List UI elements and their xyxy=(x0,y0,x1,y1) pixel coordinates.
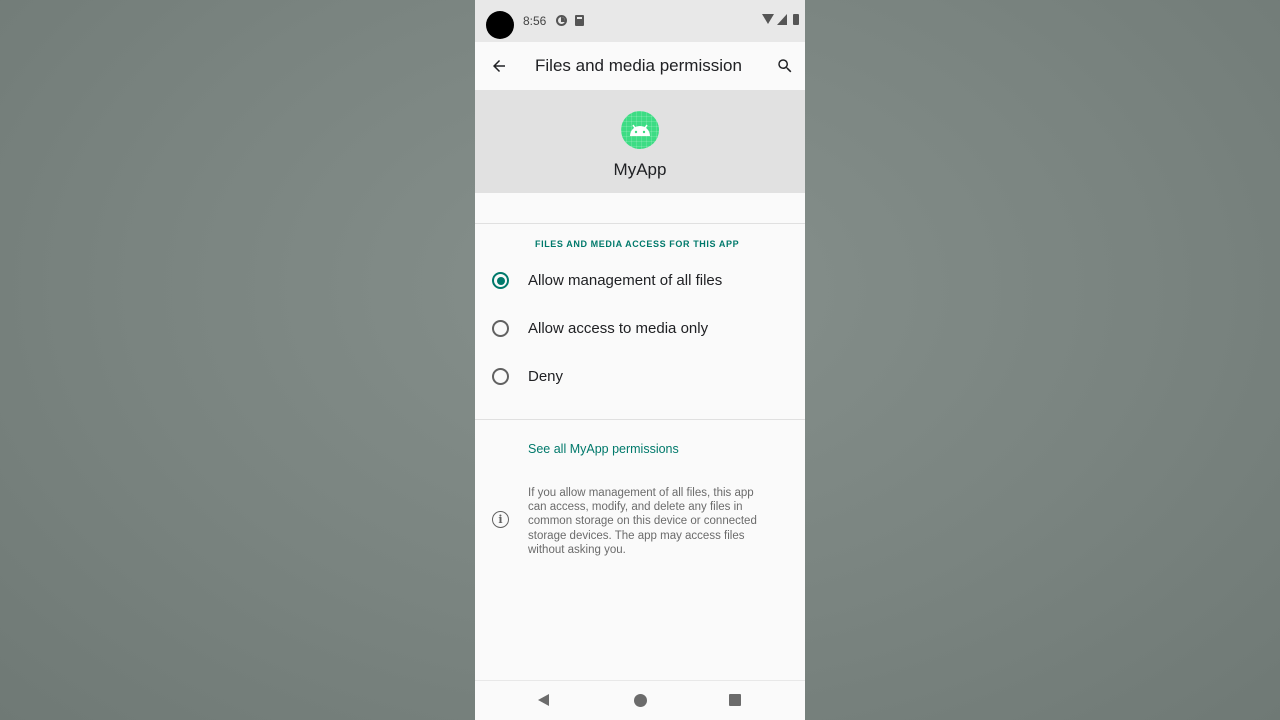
android-icon xyxy=(621,111,659,149)
radio-button[interactable] xyxy=(492,320,509,337)
section-header: FILES AND MEDIA ACCESS FOR THIS APP xyxy=(535,239,740,249)
radio-option-media-only[interactable]: Allow access to media only xyxy=(475,306,805,350)
radio-option-deny[interactable]: Deny xyxy=(475,354,805,398)
wifi-icon xyxy=(762,14,774,24)
app-name: MyApp xyxy=(613,160,667,179)
radio-button[interactable] xyxy=(492,368,509,385)
radio-label: Allow management of all files xyxy=(528,272,723,289)
nav-home-icon[interactable] xyxy=(634,694,647,707)
divider xyxy=(475,419,805,420)
info-text: If you allow management of all files, th… xyxy=(528,487,757,556)
divider xyxy=(475,223,805,224)
page-title: Files and media permission xyxy=(535,56,742,75)
status-time: 8:56 xyxy=(523,14,547,28)
see-all-permissions-link[interactable]: See all MyApp permissions xyxy=(528,442,679,456)
info-icon: i xyxy=(492,511,509,528)
data-saver-icon xyxy=(556,15,567,26)
radio-label: Deny xyxy=(528,368,564,385)
app-bar: Files and media permission xyxy=(475,42,805,90)
arrow-left-icon xyxy=(493,60,505,72)
back-button[interactable] xyxy=(485,52,513,80)
radio-label: Allow access to media only xyxy=(528,320,709,337)
battery-icon xyxy=(793,14,799,25)
nav-recents-icon[interactable] xyxy=(729,694,741,706)
cell-signal-icon xyxy=(777,14,787,25)
search-button[interactable] xyxy=(771,52,799,80)
radio-option-all-files[interactable]: Allow management of all files xyxy=(475,258,805,302)
navigation-bar xyxy=(475,680,805,720)
search-icon xyxy=(778,59,792,73)
radio-button-checked[interactable] xyxy=(492,272,509,289)
sd-card-icon xyxy=(575,15,584,26)
nav-back-icon[interactable] xyxy=(538,694,549,706)
app-header: MyApp xyxy=(475,90,805,193)
phone-screen: 8:56 Files and media permission MyApp FI… xyxy=(475,0,805,720)
camera-cutout xyxy=(486,11,514,39)
status-bar: 8:56 xyxy=(475,0,805,42)
